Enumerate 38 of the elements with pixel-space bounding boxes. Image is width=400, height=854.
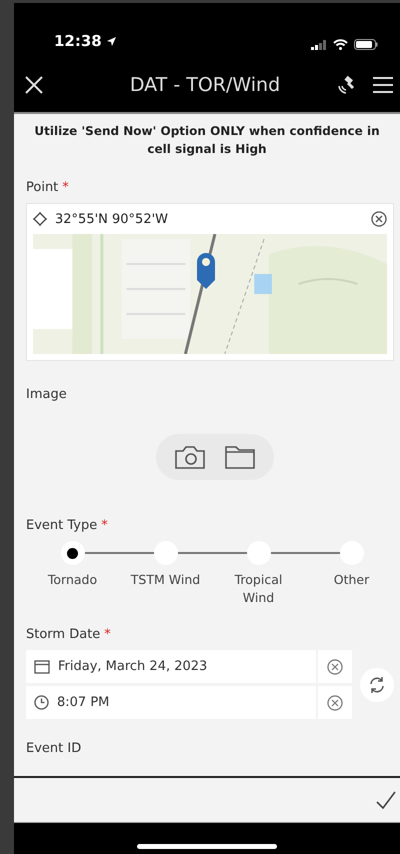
time-field[interactable]: 8:07 PM — [26, 686, 316, 719]
calendar-icon — [34, 660, 50, 674]
required-mark: * — [62, 180, 69, 195]
field-label: Point — [26, 180, 58, 195]
clear-icon[interactable] — [327, 658, 344, 674]
submit-button[interactable] — [376, 791, 396, 809]
crosshair-icon — [33, 212, 47, 226]
field-label: Image — [26, 387, 67, 402]
battery-icon — [354, 39, 378, 50]
required-mark: * — [101, 518, 108, 533]
menu-button[interactable] — [372, 75, 394, 95]
status-time: 12:38 — [54, 32, 102, 50]
date-field[interactable]: Friday, March 24, 2023 — [26, 650, 316, 683]
clear-button[interactable] — [318, 650, 352, 683]
radio-option[interactable]: Tornado — [26, 539, 119, 607]
field-label: Event ID — [26, 741, 82, 756]
close-button[interactable] — [24, 75, 44, 95]
coordinates-value: 32°55'N 90°52'W — [55, 212, 170, 226]
field-label: Storm Date — [26, 627, 100, 642]
radio-option[interactable]: TSTM Wind — [119, 539, 212, 607]
form-title: DAT - TOR/Wind — [128, 74, 282, 96]
required-mark: * — [104, 627, 111, 642]
location-arrow-icon — [106, 36, 117, 46]
map-pin-icon — [195, 252, 217, 290]
field-label: Event Type — [26, 518, 98, 533]
clear-button[interactable] — [318, 686, 352, 719]
refresh-button[interactable] — [360, 668, 394, 702]
clear-icon[interactable] — [327, 694, 344, 710]
notice-text: Utilize 'Send Now' Option ONLY when confidence in cell signal is High — [33, 123, 381, 158]
refresh-icon[interactable] — [368, 676, 386, 694]
radio-option[interactable]: Tropical Wind — [212, 539, 305, 607]
wifi-icon — [333, 39, 348, 50]
camera-button[interactable] — [174, 444, 206, 470]
signal-icon — [311, 40, 327, 50]
radio-option[interactable]: Other — [305, 539, 398, 607]
clear-button[interactable] — [371, 211, 387, 227]
folder-button[interactable] — [224, 444, 256, 470]
clock-icon — [34, 695, 49, 710]
